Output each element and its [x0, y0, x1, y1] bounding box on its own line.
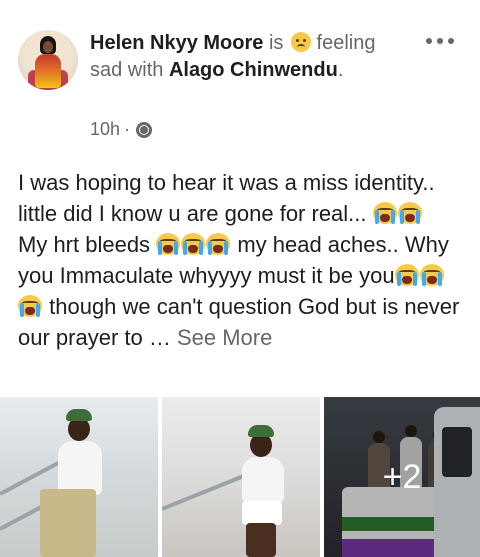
photo-2[interactable]	[162, 397, 320, 557]
person-trousers	[40, 489, 96, 557]
crying-face-icon	[397, 202, 422, 224]
tagged-user[interactable]: Alago Chinwendu	[169, 59, 338, 81]
avatar-dress	[35, 54, 61, 88]
period: .	[337, 59, 344, 81]
photo-3[interactable]: +2	[324, 397, 480, 557]
crying-face-icon	[419, 264, 444, 286]
crying-face-icon	[206, 233, 231, 255]
photo-1[interactable]	[0, 397, 158, 557]
globe-icon[interactable]	[136, 121, 153, 138]
crying-face-icon	[394, 264, 419, 286]
timestamp[interactable]: 10h	[90, 119, 120, 140]
more-options-icon[interactable]	[426, 36, 454, 46]
see-more-link[interactable]: See More	[177, 325, 272, 350]
post-paragraph-2: My hrt bleeds my head aches.. Why you Im…	[18, 229, 468, 353]
post-body: I was hoping to hear it was a miss ident…	[18, 167, 468, 353]
body-line-1: I was hoping to hear it was a miss ident…	[18, 170, 435, 226]
sad-face-icon	[290, 32, 311, 52]
more-dot	[426, 38, 432, 44]
crying-face-icon	[18, 295, 42, 317]
post-paragraph-1: I was hoping to hear it was a miss ident…	[18, 167, 468, 229]
photo-grid: +2	[0, 397, 480, 557]
author-avatar[interactable]	[18, 30, 78, 90]
post-meta: 10h ·	[90, 119, 153, 140]
is-text: is	[268, 32, 284, 54]
meta-separator: ·	[124, 119, 131, 139]
body-line-2: My hrt bleeds	[18, 232, 151, 257]
crying-face-icon	[372, 202, 397, 224]
more-photos-overlay[interactable]: +2	[324, 397, 480, 557]
person-legs	[246, 523, 276, 557]
post-card: Helen Nkyy Moore is feeling sad with Ala…	[0, 0, 480, 557]
person-shirt	[242, 457, 284, 503]
crying-face-icon	[181, 233, 206, 255]
person-cap	[248, 425, 274, 437]
more-dot	[437, 38, 443, 44]
more-dot	[448, 38, 454, 44]
author-name[interactable]: Helen Nkyy Moore	[90, 32, 263, 54]
post-header: Helen Nkyy Moore is feeling sad with Ala…	[90, 30, 410, 84]
crying-face-icon	[156, 233, 181, 255]
person-shirt	[58, 441, 102, 495]
person-shorts	[242, 501, 282, 525]
avatar-face	[43, 41, 53, 53]
person-cap	[66, 409, 92, 421]
